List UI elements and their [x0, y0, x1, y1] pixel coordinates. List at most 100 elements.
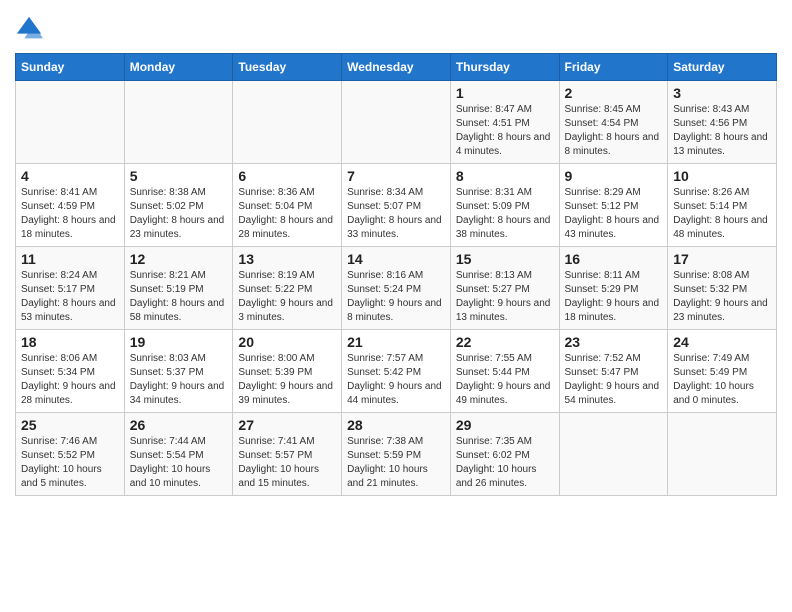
day-cell [16, 81, 125, 164]
day-number: 27 [238, 417, 336, 433]
day-info: Sunrise: 8:47 AMSunset: 4:51 PMDaylight:… [456, 104, 551, 157]
day-cell: 2 Sunrise: 8:45 AMSunset: 4:54 PMDayligh… [559, 81, 668, 164]
day-info: Sunrise: 8:24 AMSunset: 5:17 PMDaylight:… [21, 270, 116, 323]
day-cell: 20 Sunrise: 8:00 AMSunset: 5:39 PMDaylig… [233, 330, 342, 413]
day-cell [233, 81, 342, 164]
day-number: 3 [673, 85, 771, 101]
day-number: 24 [673, 334, 771, 350]
day-number: 13 [238, 251, 336, 267]
day-number: 9 [565, 168, 663, 184]
day-info: Sunrise: 7:49 AMSunset: 5:49 PMDaylight:… [673, 353, 754, 406]
day-cell: 22 Sunrise: 7:55 AMSunset: 5:44 PMDaylig… [450, 330, 559, 413]
day-cell: 16 Sunrise: 8:11 AMSunset: 5:29 PMDaylig… [559, 247, 668, 330]
day-number: 15 [456, 251, 554, 267]
day-cell: 19 Sunrise: 8:03 AMSunset: 5:37 PMDaylig… [124, 330, 233, 413]
day-number: 22 [456, 334, 554, 350]
day-cell [124, 81, 233, 164]
day-number: 7 [347, 168, 445, 184]
day-number: 1 [456, 85, 554, 101]
day-number: 8 [456, 168, 554, 184]
day-cell: 21 Sunrise: 7:57 AMSunset: 5:42 PMDaylig… [342, 330, 451, 413]
day-info: Sunrise: 8:00 AMSunset: 5:39 PMDaylight:… [238, 353, 333, 406]
day-cell: 11 Sunrise: 8:24 AMSunset: 5:17 PMDaylig… [16, 247, 125, 330]
day-number: 5 [130, 168, 228, 184]
day-info: Sunrise: 8:41 AMSunset: 4:59 PMDaylight:… [21, 187, 116, 240]
day-cell [668, 413, 777, 496]
day-cell: 12 Sunrise: 8:21 AMSunset: 5:19 PMDaylig… [124, 247, 233, 330]
day-cell [559, 413, 668, 496]
day-number: 19 [130, 334, 228, 350]
day-number: 28 [347, 417, 445, 433]
week-row: 4 Sunrise: 8:41 AMSunset: 4:59 PMDayligh… [16, 164, 777, 247]
day-cell: 13 Sunrise: 8:19 AMSunset: 5:22 PMDaylig… [233, 247, 342, 330]
day-cell: 10 Sunrise: 8:26 AMSunset: 5:14 PMDaylig… [668, 164, 777, 247]
day-cell: 9 Sunrise: 8:29 AMSunset: 5:12 PMDayligh… [559, 164, 668, 247]
day-info: Sunrise: 8:13 AMSunset: 5:27 PMDaylight:… [456, 270, 551, 323]
day-info: Sunrise: 8:38 AMSunset: 5:02 PMDaylight:… [130, 187, 225, 240]
day-cell: 28 Sunrise: 7:38 AMSunset: 5:59 PMDaylig… [342, 413, 451, 496]
day-number: 4 [21, 168, 119, 184]
day-number: 25 [21, 417, 119, 433]
day-info: Sunrise: 7:57 AMSunset: 5:42 PMDaylight:… [347, 353, 442, 406]
day-cell [342, 81, 451, 164]
day-number: 18 [21, 334, 119, 350]
day-info: Sunrise: 8:11 AMSunset: 5:29 PMDaylight:… [565, 270, 660, 323]
day-info: Sunrise: 7:35 AMSunset: 6:02 PMDaylight:… [456, 436, 537, 489]
calendar-table: SundayMondayTuesdayWednesdayThursdayFrid… [15, 53, 777, 496]
logo-icon [15, 15, 43, 43]
day-number: 26 [130, 417, 228, 433]
day-cell: 17 Sunrise: 8:08 AMSunset: 5:32 PMDaylig… [668, 247, 777, 330]
week-row: 11 Sunrise: 8:24 AMSunset: 5:17 PMDaylig… [16, 247, 777, 330]
header-row: SundayMondayTuesdayWednesdayThursdayFrid… [16, 54, 777, 81]
header-cell: Monday [124, 54, 233, 81]
day-info: Sunrise: 7:46 AMSunset: 5:52 PMDaylight:… [21, 436, 102, 489]
day-number: 17 [673, 251, 771, 267]
day-info: Sunrise: 8:19 AMSunset: 5:22 PMDaylight:… [238, 270, 333, 323]
week-row: 1 Sunrise: 8:47 AMSunset: 4:51 PMDayligh… [16, 81, 777, 164]
header-cell: Wednesday [342, 54, 451, 81]
day-info: Sunrise: 8:03 AMSunset: 5:37 PMDaylight:… [130, 353, 225, 406]
day-info: Sunrise: 7:55 AMSunset: 5:44 PMDaylight:… [456, 353, 551, 406]
header-cell: Saturday [668, 54, 777, 81]
day-number: 20 [238, 334, 336, 350]
day-cell: 26 Sunrise: 7:44 AMSunset: 5:54 PMDaylig… [124, 413, 233, 496]
day-number: 2 [565, 85, 663, 101]
week-row: 25 Sunrise: 7:46 AMSunset: 5:52 PMDaylig… [16, 413, 777, 496]
day-info: Sunrise: 8:21 AMSunset: 5:19 PMDaylight:… [130, 270, 225, 323]
day-number: 14 [347, 251, 445, 267]
day-number: 11 [21, 251, 119, 267]
day-cell: 7 Sunrise: 8:34 AMSunset: 5:07 PMDayligh… [342, 164, 451, 247]
day-number: 6 [238, 168, 336, 184]
day-cell: 14 Sunrise: 8:16 AMSunset: 5:24 PMDaylig… [342, 247, 451, 330]
day-info: Sunrise: 8:06 AMSunset: 5:34 PMDaylight:… [21, 353, 116, 406]
day-info: Sunrise: 8:16 AMSunset: 5:24 PMDaylight:… [347, 270, 442, 323]
header-cell: Sunday [16, 54, 125, 81]
day-info: Sunrise: 8:36 AMSunset: 5:04 PMDaylight:… [238, 187, 333, 240]
day-info: Sunrise: 7:52 AMSunset: 5:47 PMDaylight:… [565, 353, 660, 406]
day-info: Sunrise: 7:41 AMSunset: 5:57 PMDaylight:… [238, 436, 319, 489]
day-cell: 18 Sunrise: 8:06 AMSunset: 5:34 PMDaylig… [16, 330, 125, 413]
day-info: Sunrise: 8:34 AMSunset: 5:07 PMDaylight:… [347, 187, 442, 240]
day-info: Sunrise: 8:26 AMSunset: 5:14 PMDaylight:… [673, 187, 768, 240]
day-info: Sunrise: 8:08 AMSunset: 5:32 PMDaylight:… [673, 270, 768, 323]
day-info: Sunrise: 7:38 AMSunset: 5:59 PMDaylight:… [347, 436, 428, 489]
day-info: Sunrise: 8:29 AMSunset: 5:12 PMDaylight:… [565, 187, 660, 240]
day-number: 16 [565, 251, 663, 267]
day-cell: 25 Sunrise: 7:46 AMSunset: 5:52 PMDaylig… [16, 413, 125, 496]
day-cell: 6 Sunrise: 8:36 AMSunset: 5:04 PMDayligh… [233, 164, 342, 247]
day-number: 23 [565, 334, 663, 350]
day-info: Sunrise: 8:45 AMSunset: 4:54 PMDaylight:… [565, 104, 660, 157]
day-number: 21 [347, 334, 445, 350]
day-cell: 1 Sunrise: 8:47 AMSunset: 4:51 PMDayligh… [450, 81, 559, 164]
header-cell: Tuesday [233, 54, 342, 81]
day-info: Sunrise: 8:31 AMSunset: 5:09 PMDaylight:… [456, 187, 551, 240]
day-number: 10 [673, 168, 771, 184]
day-cell: 24 Sunrise: 7:49 AMSunset: 5:49 PMDaylig… [668, 330, 777, 413]
header-cell: Friday [559, 54, 668, 81]
day-number: 29 [456, 417, 554, 433]
header-cell: Thursday [450, 54, 559, 81]
week-row: 18 Sunrise: 8:06 AMSunset: 5:34 PMDaylig… [16, 330, 777, 413]
day-cell: 3 Sunrise: 8:43 AMSunset: 4:56 PMDayligh… [668, 81, 777, 164]
day-cell: 4 Sunrise: 8:41 AMSunset: 4:59 PMDayligh… [16, 164, 125, 247]
logo [15, 15, 47, 43]
